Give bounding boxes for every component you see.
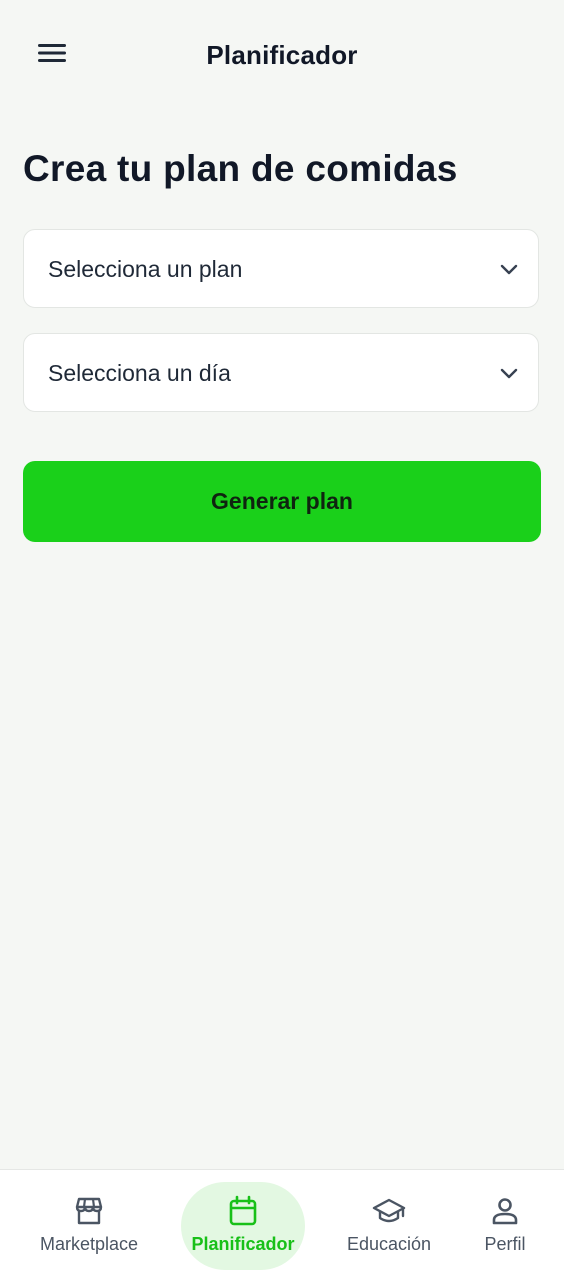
person-icon: [492, 1198, 518, 1225]
calendar-icon: [229, 1195, 257, 1226]
generate-plan-button[interactable]: Generar plan: [23, 461, 541, 542]
plan-select-value: Selecciona un plan: [48, 256, 243, 282]
nav-item-educacion[interactable]: Educación: [344, 1170, 434, 1280]
nav-item-planificador[interactable]: Planificador: [181, 1170, 305, 1280]
store-icon: [75, 1197, 103, 1225]
nav-label-perfil: Perfil: [484, 1234, 526, 1254]
page-title: Planificador: [206, 40, 358, 70]
plan-select[interactable]: Selecciona un plan: [23, 229, 539, 308]
top-app-bar: Planificador: [0, 0, 564, 112]
planner-screen: Planificador Crea tu plan de comidas Sel…: [0, 0, 564, 1280]
chevron-down-icon: [500, 368, 518, 379]
nav-label-educacion: Educación: [346, 1234, 432, 1254]
section-heading: Crea tu plan de comidas: [23, 148, 458, 189]
nav-item-perfil[interactable]: Perfil: [480, 1170, 530, 1280]
nav-label-marketplace: Marketplace: [39, 1234, 139, 1254]
day-select-value: Selecciona un día: [48, 360, 231, 386]
graduation-cap-icon: [372, 1198, 406, 1223]
chevron-down-icon: [500, 264, 518, 275]
nav-label-planificador: Planificador: [191, 1234, 295, 1254]
nav-item-marketplace[interactable]: Marketplace: [38, 1170, 140, 1280]
bottom-navigation: Marketplace Planificador Educación Perfi…: [0, 1169, 564, 1280]
day-select[interactable]: Selecciona un día: [23, 333, 539, 412]
